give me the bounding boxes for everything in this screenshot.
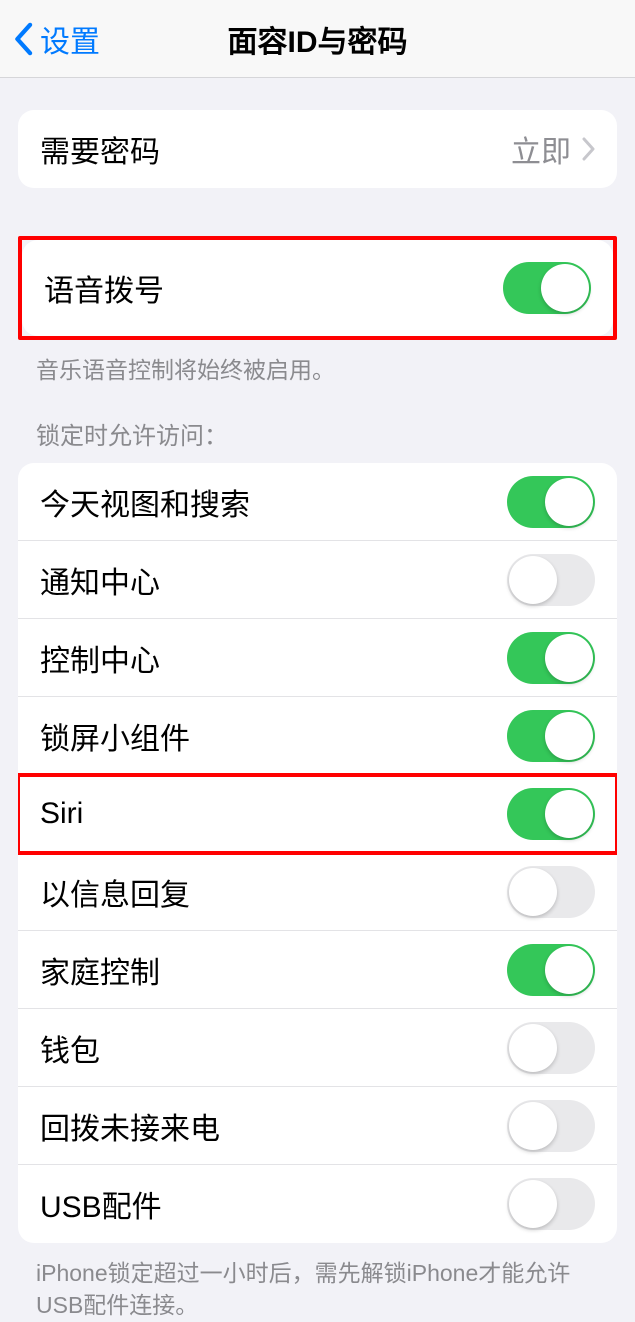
lock-access-label: 控制中心	[40, 636, 507, 680]
lock-access-row: 钱包	[18, 1009, 617, 1087]
lock-access-row: 回拨未接来电	[18, 1087, 617, 1165]
lock-access-toggle[interactable]	[507, 1022, 595, 1074]
lock-access-row: 以信息回复	[18, 853, 617, 931]
lock-access-label: 回拨未接来电	[40, 1104, 507, 1148]
lock-access-label: 通知中心	[40, 558, 507, 602]
require-passcode-row[interactable]: 需要密码 立即	[18, 110, 617, 188]
voice-dial-footer: 音乐语音控制将始终被启用。	[0, 340, 635, 386]
lock-access-toggle[interactable]	[507, 788, 595, 840]
lock-access-label: 以信息回复	[40, 870, 507, 914]
chevron-right-icon	[581, 137, 595, 161]
lock-access-row: 今天视图和搜索	[18, 463, 617, 541]
voice-dial-highlight: 语音拨号	[18, 236, 617, 340]
voice-dial-label: 语音拨号	[44, 266, 503, 310]
lock-access-row: Siri	[18, 775, 617, 853]
chevron-left-icon	[12, 22, 34, 56]
voice-dial-group: 语音拨号	[22, 240, 613, 336]
lock-access-row: 控制中心	[18, 619, 617, 697]
lock-access-row: USB配件	[18, 1165, 617, 1243]
lock-access-label: 钱包	[40, 1026, 507, 1070]
lock-access-label: USB配件	[40, 1182, 507, 1226]
lock-access-label: Siri	[40, 797, 507, 831]
require-passcode-group: 需要密码 立即	[18, 110, 617, 188]
lock-access-header: 锁定时允许访问：	[0, 386, 635, 457]
lock-access-toggle[interactable]	[507, 1100, 595, 1152]
navbar: 设置 面容ID与密码	[0, 0, 635, 78]
voice-dial-toggle[interactable]	[503, 262, 591, 314]
lock-access-toggle[interactable]	[507, 944, 595, 996]
lock-access-row: 通知中心	[18, 541, 617, 619]
voice-dial-row: 语音拨号	[22, 240, 613, 336]
lock-access-group: 今天视图和搜索通知中心控制中心锁屏小组件 Siri 以信息回复家庭控制钱包回拨未接来…	[18, 463, 617, 1243]
lock-access-row: 家庭控制	[18, 931, 617, 1009]
lock-access-toggle[interactable]	[507, 1178, 595, 1230]
lock-access-toggle[interactable]	[507, 710, 595, 762]
require-passcode-label: 需要密码	[40, 127, 511, 171]
lock-access-toggle[interactable]	[507, 476, 595, 528]
lock-access-label: 家庭控制	[40, 948, 507, 992]
lock-access-label: 今天视图和搜索	[40, 480, 507, 524]
content: 需要密码 立即 语音拨号 音乐语音控制将始终被启用。 锁定时允许访问： 今天视图…	[0, 110, 635, 1322]
lock-access-row: 锁屏小组件	[18, 697, 617, 775]
lock-access-toggle[interactable]	[507, 866, 595, 918]
lock-access-toggle[interactable]	[507, 554, 595, 606]
lock-access-toggle[interactable]	[507, 632, 595, 684]
lock-access-footer: iPhone锁定超过一小时后，需先解锁iPhone才能允许USB配件连接。	[0, 1243, 635, 1321]
lock-access-label: 锁屏小组件	[40, 714, 507, 758]
require-passcode-value: 立即	[511, 127, 571, 171]
back-button[interactable]: 设置	[0, 17, 100, 61]
back-label: 设置	[40, 17, 100, 61]
